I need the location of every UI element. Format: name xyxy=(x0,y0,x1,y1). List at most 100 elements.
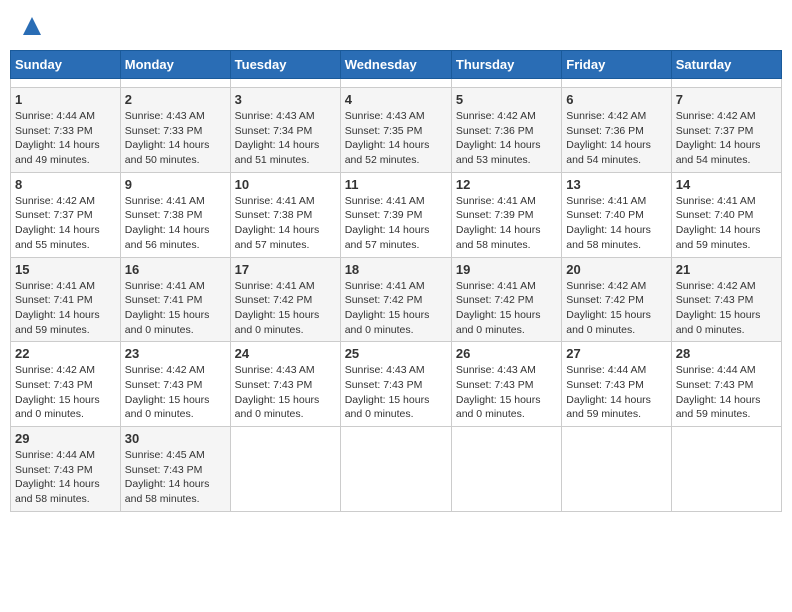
day-info: Sunrise: 4:43 AM Sunset: 7:43 PM Dayligh… xyxy=(456,363,557,422)
day-number: 5 xyxy=(456,92,557,107)
day-number: 10 xyxy=(235,177,336,192)
day-info: Sunrise: 4:41 AM Sunset: 7:42 PM Dayligh… xyxy=(456,279,557,338)
day-number: 28 xyxy=(676,346,777,361)
day-number: 16 xyxy=(125,262,226,277)
page-header xyxy=(10,10,782,42)
day-number: 1 xyxy=(15,92,116,107)
calendar-cell: 8Sunrise: 4:42 AM Sunset: 7:37 PM Daylig… xyxy=(11,172,121,257)
day-info: Sunrise: 4:44 AM Sunset: 7:43 PM Dayligh… xyxy=(566,363,666,422)
day-info: Sunrise: 4:41 AM Sunset: 7:41 PM Dayligh… xyxy=(15,279,116,338)
calendar-cell xyxy=(230,79,340,88)
calendar-cell: 17 Sunrise: 4:41 AM Sunset: 7:42 PM Dayli… xyxy=(230,257,340,342)
calendar-cell: 25 Sunrise: 4:43 AM Sunset: 7:43 PM Dayli… xyxy=(340,342,451,427)
calendar-cell: 9 Sunrise: 4:41 AM Sunset: 7:38 PM Daylig… xyxy=(120,172,230,257)
day-number: 19 xyxy=(456,262,557,277)
calendar-cell: 14 Sunrise: 4:41 AM Sunset: 7:40 PM Dayli… xyxy=(671,172,781,257)
day-number: 26 xyxy=(456,346,557,361)
calendar-cell xyxy=(562,79,671,88)
day-number: 12 xyxy=(456,177,557,192)
day-number: 30 xyxy=(125,431,226,446)
day-number: 27 xyxy=(566,346,666,361)
day-number: 21 xyxy=(676,262,777,277)
calendar-cell: 16 Sunrise: 4:41 AM Sunset: 7:41 PM Dayli… xyxy=(120,257,230,342)
calendar-cell: 15 Sunrise: 4:41 AM Sunset: 7:41 PM Dayli… xyxy=(11,257,121,342)
day-info: Sunrise: 4:42 AM Sunset: 7:42 PM Dayligh… xyxy=(566,279,666,338)
calendar-cell: 20Sunrise: 4:42 AM Sunset: 7:42 PM Dayli… xyxy=(562,257,671,342)
calendar-cell: 24Sunrise: 4:43 AM Sunset: 7:43 PM Dayli… xyxy=(230,342,340,427)
day-number: 15 xyxy=(15,262,116,277)
day-number: 13 xyxy=(566,177,666,192)
calendar-cell xyxy=(451,427,561,512)
calendar-cell: 4 Sunrise: 4:43 AM Sunset: 7:35 PM Daylig… xyxy=(340,88,451,173)
calendar-cell: 1Sunrise: 4:44 AM Sunset: 7:33 PM Daylig… xyxy=(11,88,121,173)
calendar-cell xyxy=(11,79,121,88)
calendar-cell: 23Sunrise: 4:42 AM Sunset: 7:43 PM Dayli… xyxy=(120,342,230,427)
day-number: 18 xyxy=(345,262,447,277)
calendar-cell xyxy=(562,427,671,512)
calendar-cell xyxy=(671,79,781,88)
calendar-cell xyxy=(230,427,340,512)
day-info: Sunrise: 4:41 AM Sunset: 7:38 PM Dayligh… xyxy=(235,194,336,253)
day-info: Sunrise: 4:42 AM Sunset: 7:37 PM Dayligh… xyxy=(15,194,116,253)
day-info: Sunrise: 4:41 AM Sunset: 7:38 PM Dayligh… xyxy=(125,194,226,253)
day-info: Sunrise: 4:44 AM Sunset: 7:43 PM Dayligh… xyxy=(676,363,777,422)
day-number: 17 xyxy=(235,262,336,277)
day-info: Sunrise: 4:41 AM Sunset: 7:42 PM Dayligh… xyxy=(235,279,336,338)
day-number: 3 xyxy=(235,92,336,107)
calendar-cell xyxy=(340,427,451,512)
day-header-sunday: Sunday xyxy=(11,51,121,79)
calendar-cell: 2Sunrise: 4:43 AM Sunset: 7:33 PM Daylig… xyxy=(120,88,230,173)
day-number: 4 xyxy=(345,92,447,107)
day-info: Sunrise: 4:44 AM Sunset: 7:43 PM Dayligh… xyxy=(15,448,116,507)
day-info: Sunrise: 4:41 AM Sunset: 7:40 PM Dayligh… xyxy=(676,194,777,253)
calendar-cell xyxy=(120,79,230,88)
day-number: 14 xyxy=(676,177,777,192)
day-header-saturday: Saturday xyxy=(671,51,781,79)
calendar-cell xyxy=(671,427,781,512)
calendar-cell: 28 Sunrise: 4:44 AM Sunset: 7:43 PM Dayli… xyxy=(671,342,781,427)
calendar-cell: 30 Sunrise: 4:45 AM Sunset: 7:43 PM Dayli… xyxy=(120,427,230,512)
day-info: Sunrise: 4:41 AM Sunset: 7:39 PM Dayligh… xyxy=(456,194,557,253)
calendar-table: SundayMondayTuesdayWednesdayThursdayFrid… xyxy=(10,50,782,512)
day-number: 9 xyxy=(125,177,226,192)
calendar-cell: 26 Sunrise: 4:43 AM Sunset: 7:43 PM Dayli… xyxy=(451,342,561,427)
calendar-cell: 10 Sunrise: 4:41 AM Sunset: 7:38 PM Dayli… xyxy=(230,172,340,257)
day-info: Sunrise: 4:41 AM Sunset: 7:39 PM Dayligh… xyxy=(345,194,447,253)
calendar-cell: 6 Sunrise: 4:42 AM Sunset: 7:36 PM Daylig… xyxy=(562,88,671,173)
calendar-cell: 5 Sunrise: 4:42 AM Sunset: 7:36 PM Daylig… xyxy=(451,88,561,173)
calendar-cell: 7 Sunrise: 4:42 AM Sunset: 7:37 PM Daylig… xyxy=(671,88,781,173)
calendar-cell: 27 Sunrise: 4:44 AM Sunset: 7:43 PM Dayli… xyxy=(562,342,671,427)
day-header-friday: Friday xyxy=(562,51,671,79)
day-number: 11 xyxy=(345,177,447,192)
day-number: 25 xyxy=(345,346,447,361)
day-info: Sunrise: 4:45 AM Sunset: 7:43 PM Dayligh… xyxy=(125,448,226,507)
day-info: Sunrise: 4:42 AM Sunset: 7:43 PM Dayligh… xyxy=(125,363,226,422)
day-number: 6 xyxy=(566,92,666,107)
calendar-cell: 13 Sunrise: 4:41 AM Sunset: 7:40 PM Dayli… xyxy=(562,172,671,257)
calendar-cell: 12 Sunrise: 4:41 AM Sunset: 7:39 PM Dayli… xyxy=(451,172,561,257)
day-header-thursday: Thursday xyxy=(451,51,561,79)
calendar-cell: 3Sunrise: 4:43 AM Sunset: 7:34 PM Daylig… xyxy=(230,88,340,173)
day-info: Sunrise: 4:43 AM Sunset: 7:35 PM Dayligh… xyxy=(345,109,447,168)
calendar-cell: 29Sunrise: 4:44 AM Sunset: 7:43 PM Dayli… xyxy=(11,427,121,512)
day-number: 7 xyxy=(676,92,777,107)
day-info: Sunrise: 4:41 AM Sunset: 7:41 PM Dayligh… xyxy=(125,279,226,338)
day-info: Sunrise: 4:41 AM Sunset: 7:42 PM Dayligh… xyxy=(345,279,447,338)
day-info: Sunrise: 4:42 AM Sunset: 7:36 PM Dayligh… xyxy=(566,109,666,168)
logo-icon xyxy=(21,15,43,37)
logo xyxy=(20,15,44,37)
day-number: 22 xyxy=(15,346,116,361)
day-info: Sunrise: 4:43 AM Sunset: 7:43 PM Dayligh… xyxy=(235,363,336,422)
day-info: Sunrise: 4:42 AM Sunset: 7:43 PM Dayligh… xyxy=(676,279,777,338)
calendar-cell xyxy=(451,79,561,88)
day-header-wednesday: Wednesday xyxy=(340,51,451,79)
day-info: Sunrise: 4:43 AM Sunset: 7:43 PM Dayligh… xyxy=(345,363,447,422)
day-info: Sunrise: 4:42 AM Sunset: 7:37 PM Dayligh… xyxy=(676,109,777,168)
day-info: Sunrise: 4:42 AM Sunset: 7:36 PM Dayligh… xyxy=(456,109,557,168)
calendar-cell: 19 Sunrise: 4:41 AM Sunset: 7:42 PM Dayli… xyxy=(451,257,561,342)
calendar-cell: 18 Sunrise: 4:41 AM Sunset: 7:42 PM Dayli… xyxy=(340,257,451,342)
calendar-cell: 11 Sunrise: 4:41 AM Sunset: 7:39 PM Dayli… xyxy=(340,172,451,257)
calendar-cell: 21 Sunrise: 4:42 AM Sunset: 7:43 PM Dayli… xyxy=(671,257,781,342)
day-info: Sunrise: 4:41 AM Sunset: 7:40 PM Dayligh… xyxy=(566,194,666,253)
day-info: Sunrise: 4:43 AM Sunset: 7:33 PM Dayligh… xyxy=(125,109,226,168)
